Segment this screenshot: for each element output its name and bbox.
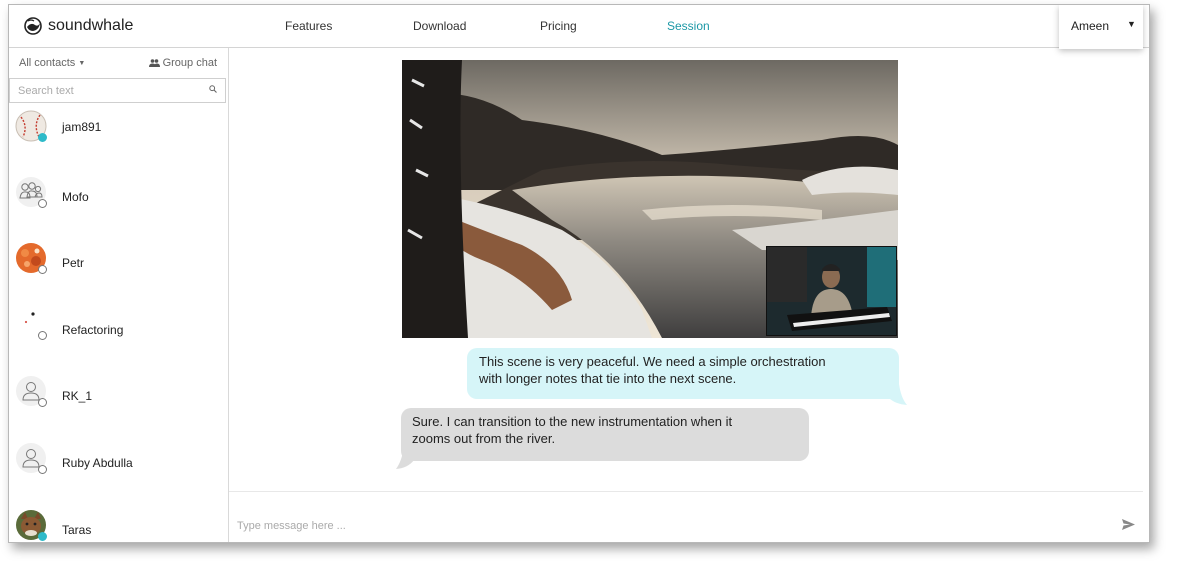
incoming-bubble-tail <box>396 446 414 469</box>
contact-ruby-abdulla[interactable]: Ruby Abdulla <box>9 442 228 502</box>
contact-name: Ruby Abdulla <box>62 456 133 470</box>
offline-status-dot <box>38 265 47 274</box>
message-line: This scene is very peaceful. We need a s… <box>479 354 826 369</box>
contact-taras[interactable]: Taras <box>9 509 228 542</box>
contact-mofo[interactable]: Mofo <box>9 176 228 236</box>
app-window: soundwhale Features Download Pricing Ses… <box>8 4 1150 543</box>
offline-status-dot <box>38 398 47 407</box>
message-line: zooms out from the river. <box>412 430 556 446</box>
brand-logo[interactable]: soundwhale <box>23 15 133 37</box>
contacts-sidebar: All contacts ▼ Group chat Search text ja… <box>9 48 229 542</box>
caret-down-icon: ▼ <box>1127 19 1136 29</box>
user-name: Ameen <box>1071 19 1110 33</box>
search-box <box>9 78 226 103</box>
offline-status-dot <box>38 331 47 340</box>
contact-name: Petr <box>62 256 85 270</box>
contact-name: Refactoring <box>62 323 124 337</box>
send-icon[interactable] <box>1122 519 1135 530</box>
group-chat-label: Group chat <box>162 57 217 69</box>
message-line: Sure. I can transition to the new instru… <box>412 414 733 429</box>
winter-river-video[interactable] <box>402 60 898 338</box>
contact-name: RK_1 <box>62 389 93 403</box>
whale-logo-icon <box>24 17 42 35</box>
online-status-dot <box>38 532 47 541</box>
nav-pricing[interactable]: Pricing <box>540 19 577 33</box>
contact-petr[interactable]: Petr <box>9 242 228 302</box>
outgoing-bubble-tail <box>889 384 907 405</box>
online-status-dot <box>38 133 47 142</box>
chat-panel: This scene is very peaceful. We need a s… <box>229 48 1149 542</box>
contact-name: Taras <box>62 523 92 537</box>
nav-session[interactable]: Session <box>667 19 710 33</box>
brand-name: soundwhale <box>48 17 134 34</box>
outgoing-message: This scene is very peaceful. We need a s… <box>467 348 899 399</box>
group-chat-button[interactable]: Group chat <box>148 57 217 69</box>
musician-webcam-pip[interactable] <box>766 246 897 336</box>
search-icon[interactable] <box>209 85 217 93</box>
contact-name: Mofo <box>62 190 89 204</box>
contact-rk-1[interactable]: RK_1 <box>9 375 228 435</box>
contacts-filter-dropdown[interactable]: All contacts ▼ <box>19 57 85 69</box>
contacts-filter-label: All contacts <box>19 57 76 69</box>
message-input[interactable] <box>237 518 1077 534</box>
user-menu[interactable]: Ameen ▼ <box>1059 5 1143 49</box>
offline-status-dot <box>38 199 47 208</box>
top-nav: soundwhale Features Download Pricing Ses… <box>9 5 1149 49</box>
offline-status-dot <box>38 465 47 474</box>
group-icon <box>148 59 160 67</box>
caret-down-icon: ▼ <box>78 60 86 67</box>
webcam-image <box>767 247 896 335</box>
nav-download[interactable]: Download <box>413 19 466 33</box>
contact-refactoring[interactable]: Refactoring <box>9 308 228 368</box>
contact-jam891[interactable]: jam891 <box>9 110 228 170</box>
nav-features[interactable]: Features <box>285 19 332 33</box>
search-input[interactable] <box>18 83 198 98</box>
incoming-message: Sure. I can transition to the new instru… <box>401 408 809 461</box>
sidebar-header: All contacts ▼ Group chat <box>9 48 228 76</box>
message-line: with longer notes that tie into the next… <box>479 370 737 386</box>
contact-name: jam891 <box>62 120 102 134</box>
composer-divider <box>229 491 1143 492</box>
